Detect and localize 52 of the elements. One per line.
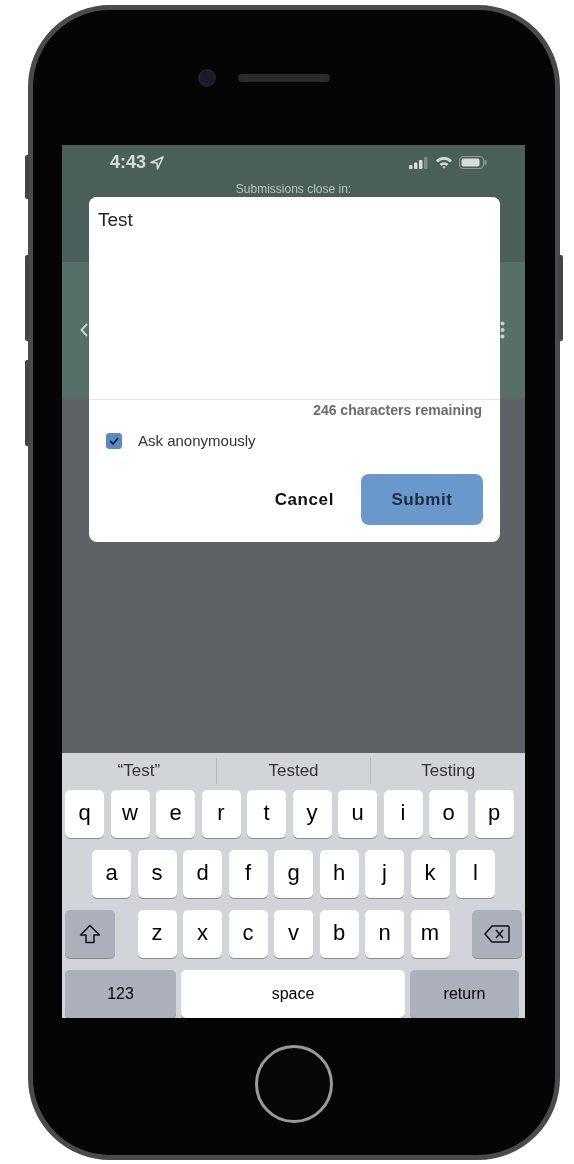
keyboard-key[interactable]: n	[365, 910, 404, 958]
keyboard-key[interactable]: u	[338, 790, 377, 838]
suggestion[interactable]: Tested	[216, 760, 371, 781]
question-field[interactable]: Test	[89, 197, 500, 400]
header-subtitle: Submissions close in:	[235, 181, 352, 196]
shift-key[interactable]	[65, 910, 115, 958]
checkbox[interactable]	[106, 432, 122, 449]
keyboard-key[interactable]: f	[228, 850, 268, 898]
keyboard-key[interactable]: e	[156, 790, 195, 838]
keyboard-key[interactable]: m	[410, 910, 450, 958]
keyboard-key[interactable]: w	[110, 790, 150, 838]
backspace-icon	[484, 925, 510, 943]
keyboard-key[interactable]: s	[137, 850, 177, 898]
camera-icon	[198, 68, 216, 87]
keyboard-key[interactable]: v	[274, 910, 313, 958]
keyboard-key[interactable]: t	[247, 790, 286, 838]
keyboard-key[interactable]: p	[474, 790, 514, 838]
suggestion[interactable]: “Test”	[62, 760, 216, 781]
keyboard-key[interactable]: h	[319, 850, 359, 898]
character-counter: 246 characters remaining	[313, 402, 482, 418]
battery-icon	[459, 156, 487, 169]
cancel-button[interactable]: Cancel	[274, 483, 334, 516]
checkbox-label: Ask anonymously	[138, 432, 256, 449]
keyboard-key[interactable]: g	[274, 850, 313, 898]
signal-icon	[409, 156, 429, 169]
submit-button[interactable]: Submit	[361, 474, 483, 525]
status-time: 4:43	[110, 152, 147, 173]
keyboard-key[interactable]: l	[456, 850, 495, 898]
keyboard-key[interactable]: o	[429, 790, 468, 838]
keyboard-key[interactable]: b	[319, 910, 359, 958]
wifi-icon	[435, 156, 453, 169]
checkmark-icon	[109, 436, 119, 445]
keyboard-key[interactable]: i	[383, 790, 423, 838]
keyboard-key[interactable]: x	[183, 910, 222, 958]
keyboard-key[interactable]: z	[137, 910, 177, 958]
space-key[interactable]: space	[181, 970, 405, 1018]
keyboard-key[interactable]: d	[183, 850, 222, 898]
back-chevron-icon[interactable]	[80, 323, 88, 337]
suggestion[interactable]: Testing	[371, 760, 525, 781]
keyboard-key[interactable]: c	[228, 910, 268, 958]
more-icon[interactable]	[500, 321, 505, 339]
keyboard-key[interactable]: r	[201, 790, 241, 838]
keyboard-key[interactable]: return	[410, 970, 519, 1018]
keyboard-key[interactable]: j	[365, 850, 404, 898]
keyboard-key[interactable]: y	[292, 790, 332, 838]
location-arrow-icon	[150, 155, 165, 170]
keyboard-key[interactable]: a	[92, 850, 131, 898]
shift-arrow-icon	[79, 924, 101, 944]
delete-key[interactable]	[472, 910, 522, 958]
keyboard-key[interactable]: k	[410, 850, 450, 898]
keyboard-key[interactable]: q	[65, 790, 104, 838]
keyboard-key[interactable]: 123	[65, 970, 176, 1018]
